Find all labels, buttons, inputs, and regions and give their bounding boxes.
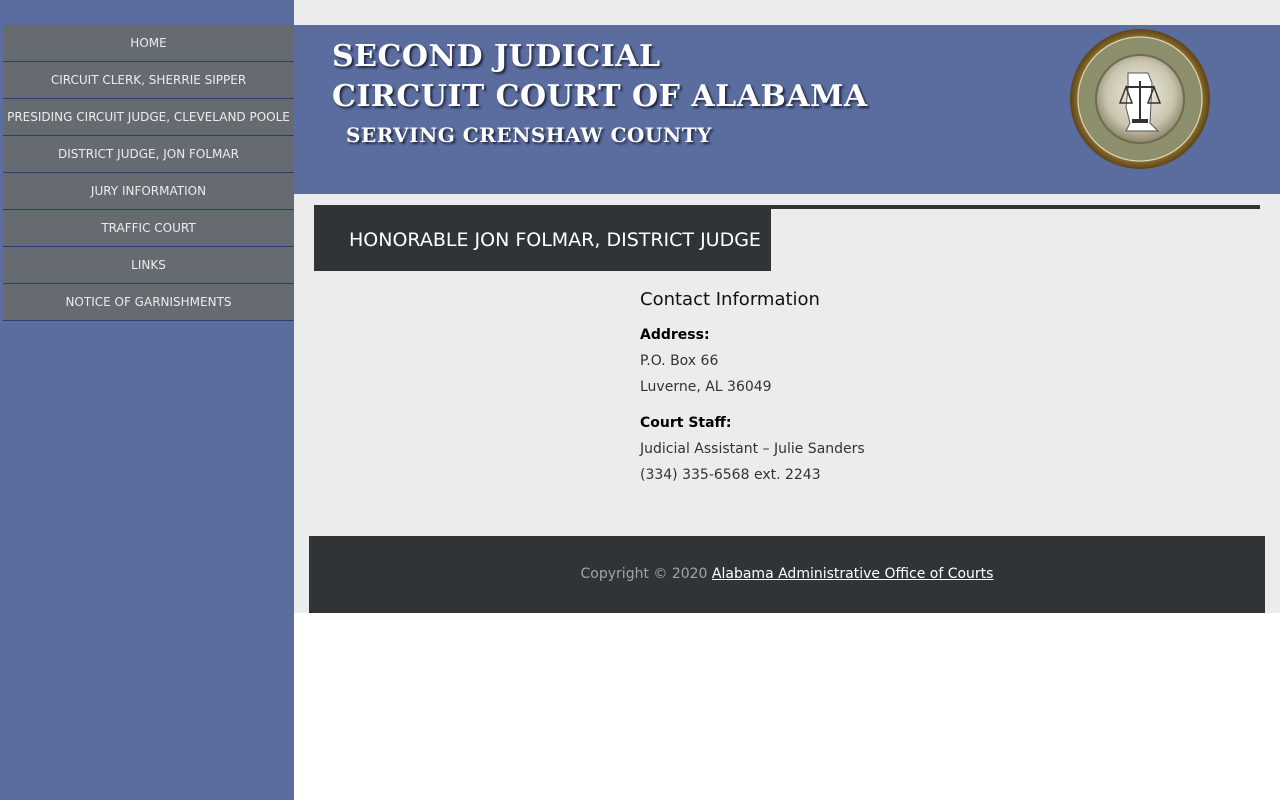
- contact-information: Contact Information Address: P.O. Box 66…: [640, 288, 865, 488]
- aoc-link[interactable]: Alabama Administrative Office of Courts: [712, 566, 994, 582]
- nav-item-links[interactable]: LINKS: [3, 247, 294, 284]
- nav-item-home[interactable]: HOME: [3, 25, 294, 62]
- main-content: SECOND JUDICIAL CIRCUIT COURT OF ALABAMA…: [294, 0, 1280, 613]
- main-nav: HOME CIRCUIT CLERK, SHERRIE SIPPER PRESI…: [3, 25, 294, 321]
- address-line-1: P.O. Box 66: [640, 353, 719, 369]
- site-banner[interactable]: SECOND JUDICIAL CIRCUIT COURT OF ALABAMA…: [294, 25, 1280, 194]
- footer: Copyright © 2020 Alabama Administrative …: [309, 536, 1265, 613]
- copyright-text: Copyright © 2020: [580, 566, 708, 582]
- nav-item-jury-information[interactable]: JURY INFORMATION: [3, 173, 294, 210]
- alabama-judicial-seal-icon: [1070, 29, 1210, 169]
- nav-item-circuit-clerk[interactable]: CIRCUIT CLERK, SHERRIE SIPPER: [3, 62, 294, 99]
- nav-item-traffic-court[interactable]: TRAFFIC COURT: [3, 210, 294, 247]
- sidebar: HOME CIRCUIT CLERK, SHERRIE SIPPER PRESI…: [0, 0, 294, 800]
- banner-title-line-2: CIRCUIT COURT OF ALABAMA: [332, 79, 868, 114]
- nav-item-presiding-circuit-judge[interactable]: PRESIDING CIRCUIT JUDGE, CLEVELAND POOLE: [3, 99, 294, 136]
- nav-item-district-judge[interactable]: DISTRICT JUDGE, JON FOLMAR: [3, 136, 294, 173]
- address-line-2: Luverne, AL 36049: [640, 379, 772, 395]
- staff-name: Judicial Assistant – Julie Sanders: [640, 441, 865, 457]
- contact-heading: Contact Information: [640, 289, 820, 310]
- court-staff-label: Court Staff:: [640, 415, 732, 431]
- banner-subtitle: SERVING CRENSHAW COUNTY: [346, 123, 712, 147]
- staff-phone: (334) 335-6568 ext. 2243: [640, 467, 821, 483]
- banner-title-line-1: SECOND JUDICIAL: [332, 39, 661, 74]
- page-title: HONORABLE JON FOLMAR, DISTRICT JUDGE: [314, 209, 771, 271]
- address-label: Address:: [640, 327, 710, 343]
- nav-item-notice-of-garnishments[interactable]: NOTICE OF GARNISHMENTS: [3, 284, 294, 321]
